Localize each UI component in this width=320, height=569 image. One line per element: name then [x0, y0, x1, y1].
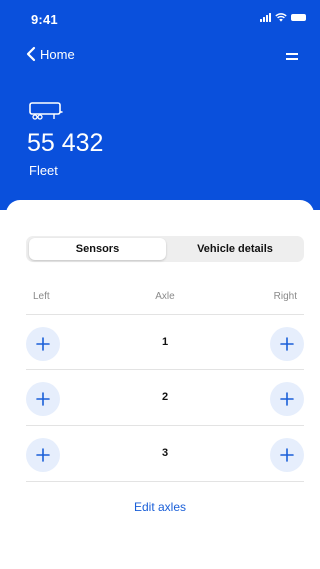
status-bar: 9:41	[0, 0, 320, 36]
header-axle: Axle	[155, 291, 175, 302]
edit-axles-link[interactable]: Edit axles	[6, 500, 314, 514]
vehicle-subtitle: Fleet	[29, 163, 58, 178]
status-icons	[260, 13, 306, 22]
axle-number: 3	[161, 447, 169, 459]
plus-icon	[280, 448, 294, 462]
tab-vehicle-details[interactable]: Vehicle details	[166, 236, 304, 262]
header-right: Right	[273, 291, 297, 302]
add-right-sensor-button[interactable]	[270, 438, 304, 472]
back-label: Home	[40, 46, 75, 62]
add-right-sensor-button[interactable]	[270, 382, 304, 416]
menu-icon	[286, 53, 298, 55]
screen: 9:41 Home 55 432 Fleet Sensors Vehicle d…	[0, 0, 320, 569]
axle-row: 3	[26, 426, 304, 480]
nav-bar: Home	[0, 44, 320, 72]
plus-icon	[280, 392, 294, 406]
plus-icon	[280, 337, 294, 351]
divider	[26, 481, 304, 482]
trailer-icon	[29, 102, 63, 120]
axle-row: 1	[26, 315, 304, 369]
back-button[interactable]: Home	[26, 46, 75, 62]
vehicle-header: 9:41 Home 55 432 Fleet	[0, 0, 320, 210]
menu-button[interactable]	[286, 53, 298, 61]
axle-row: 2	[26, 370, 304, 424]
vehicle-number: 55 432	[27, 129, 104, 157]
add-right-sensor-button[interactable]	[270, 327, 304, 361]
axle-number: 2	[161, 391, 169, 403]
axle-table-header: Left Axle Right	[26, 288, 304, 304]
signal-icon	[260, 13, 271, 22]
status-time: 9:41	[31, 12, 58, 27]
tab-switcher: Sensors Vehicle details	[26, 236, 304, 262]
battery-icon	[291, 14, 306, 21]
axle-number: 1	[161, 336, 169, 348]
tab-sensors[interactable]: Sensors	[29, 238, 166, 260]
sensor-card: Sensors Vehicle details Left Axle Right …	[6, 200, 314, 569]
wifi-icon	[275, 13, 287, 22]
chevron-left-icon	[26, 46, 36, 62]
